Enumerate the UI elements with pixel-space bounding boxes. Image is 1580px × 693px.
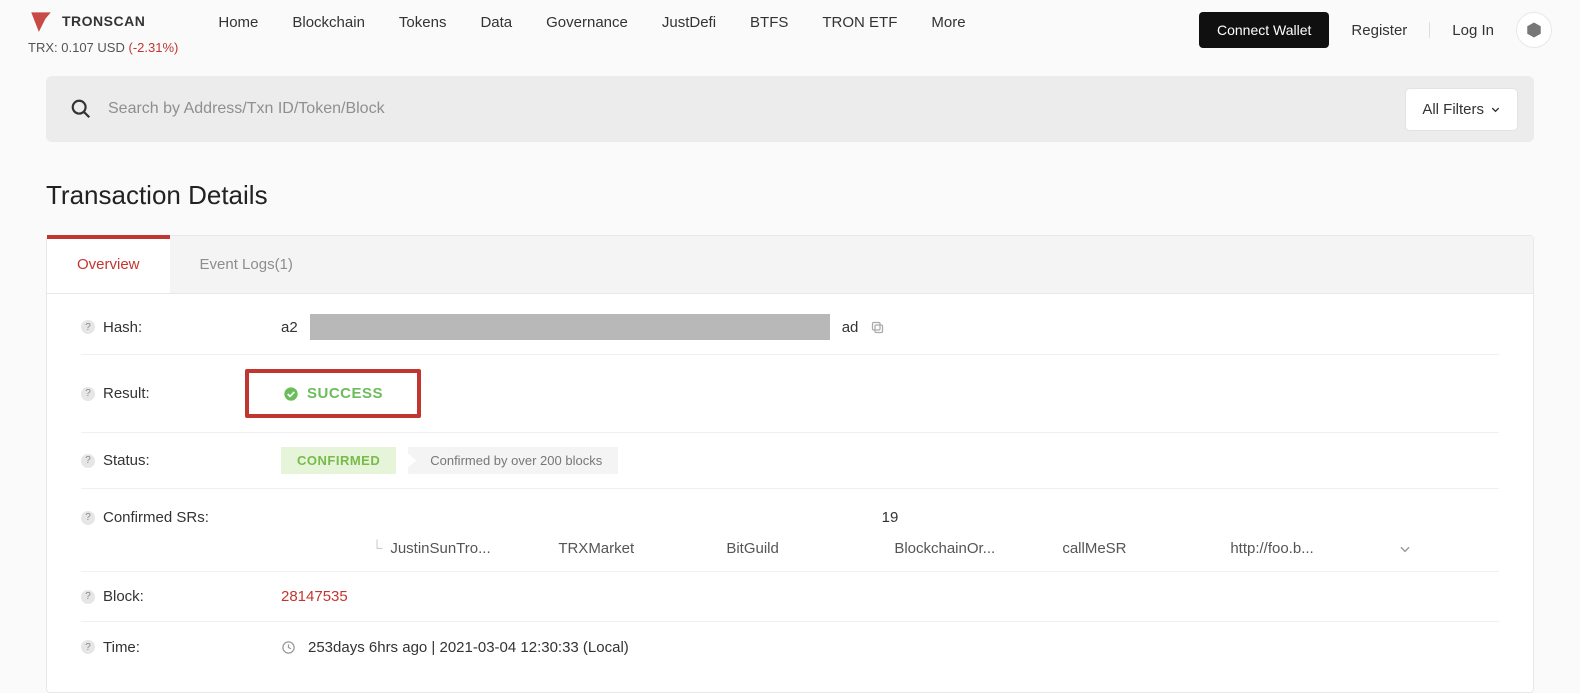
price-currency: USD	[97, 40, 124, 55]
result-text: SUCCESS	[307, 385, 383, 402]
status-badge: CONFIRMED	[281, 447, 396, 474]
result-highlight: SUCCESS	[245, 369, 421, 418]
row-result: ? Result: SUCCESS	[81, 355, 1499, 433]
price-symbol: TRX:	[28, 40, 58, 55]
row-block: ? Block: 28147535	[81, 572, 1499, 622]
extras-button[interactable]	[1516, 12, 1552, 48]
tab-event-logs[interactable]: Event Logs(1)	[170, 236, 323, 293]
label-time: Time:	[103, 639, 140, 656]
cube-icon	[1525, 21, 1543, 39]
sr-name[interactable]: BlockchainOr...	[894, 540, 1004, 557]
help-icon[interactable]: ?	[81, 640, 95, 654]
copy-icon[interactable]	[870, 320, 885, 335]
time-value: 253days 6hrs ago | 2021-03-04 12:30:33 (…	[308, 639, 629, 656]
page-title: Transaction Details	[46, 180, 1534, 211]
main-nav: Home Blockchain Tokens Data Governance J…	[218, 14, 965, 31]
check-circle-icon	[283, 386, 299, 402]
row-status: ? Status: CONFIRMED Confirmed by over 20…	[81, 433, 1499, 489]
nav-governance[interactable]: Governance	[546, 14, 628, 31]
label-block: Block:	[103, 588, 144, 605]
price-ticker: TRX: 0.107 USD (-2.31%)	[28, 40, 178, 55]
sr-name[interactable]: callMeSR	[1062, 540, 1172, 557]
row-time: ? Time: 253days 6hrs ago | 2021-03-04 12…	[81, 622, 1499, 672]
clock-icon	[281, 640, 296, 655]
tree-branch-icon: └	[372, 540, 383, 557]
tab-overview[interactable]: Overview	[47, 236, 170, 293]
label-hash: Hash:	[103, 319, 142, 336]
nav-justdefi[interactable]: JustDefi	[662, 14, 716, 31]
help-icon[interactable]: ?	[81, 590, 95, 604]
search-input[interactable]	[108, 100, 1405, 118]
details-panel: Overview Event Logs(1) ? Hash: a2 ad ? Re…	[46, 235, 1534, 693]
sr-name[interactable]: BitGuild	[726, 540, 836, 557]
hash-suffix: ad	[842, 319, 859, 336]
login-link[interactable]: Log In	[1452, 22, 1494, 39]
search-bar: All Filters	[46, 76, 1534, 142]
filters-label: All Filters	[1422, 101, 1484, 118]
logo[interactable]: TRONSCAN	[28, 8, 178, 34]
srs-list: └ JustinSunTro... TRXMarket BitGuild Bloc…	[368, 540, 1413, 557]
price-change: (-2.31%)	[129, 40, 179, 55]
help-icon[interactable]: ?	[81, 387, 95, 401]
nav-blockchain[interactable]: Blockchain	[292, 14, 365, 31]
filters-button[interactable]: All Filters	[1405, 88, 1518, 131]
nav-btfs[interactable]: BTFS	[750, 14, 788, 31]
label-confirmed-srs: Confirmed SRs:	[103, 509, 209, 526]
nav-data[interactable]: Data	[480, 14, 512, 31]
help-icon[interactable]: ?	[81, 511, 95, 525]
brand-name: TRONSCAN	[62, 13, 145, 29]
sr-name[interactable]: TRXMarket	[558, 540, 668, 557]
hash-prefix: a2	[281, 319, 298, 336]
sr-name[interactable]: JustinSunTro...	[390, 540, 500, 557]
register-link[interactable]: Register	[1351, 22, 1407, 39]
nav-tokens[interactable]: Tokens	[399, 14, 447, 31]
price-value: 0.107	[61, 40, 94, 55]
srs-count: 19	[882, 509, 899, 526]
connect-wallet-button[interactable]: Connect Wallet	[1199, 12, 1329, 48]
status-info: Confirmed by over 200 blocks	[408, 447, 618, 474]
chevron-down-icon	[1490, 104, 1501, 115]
help-icon[interactable]: ?	[81, 454, 95, 468]
logo-block: TRONSCAN TRX: 0.107 USD (-2.31%)	[28, 8, 178, 55]
sr-name[interactable]: http://foo.b...	[1230, 540, 1340, 557]
chevron-down-icon[interactable]	[1398, 542, 1412, 556]
divider	[1429, 22, 1430, 38]
nav-home[interactable]: Home	[218, 14, 258, 31]
label-status: Status:	[103, 452, 150, 469]
block-link[interactable]: 28147535	[281, 588, 348, 605]
hash-redacted	[310, 314, 830, 340]
help-icon[interactable]: ?	[81, 320, 95, 334]
row-hash: ? Hash: a2 ad	[81, 300, 1499, 355]
nav-tronetf[interactable]: TRON ETF	[822, 14, 897, 31]
label-result: Result:	[103, 385, 150, 402]
header-right: Connect Wallet Register Log In	[1199, 12, 1552, 48]
nav-more[interactable]: More	[931, 14, 965, 31]
tronscan-logo-icon	[28, 8, 54, 34]
search-icon	[70, 98, 92, 120]
tabs: Overview Event Logs(1)	[47, 236, 1533, 294]
row-confirmed-srs: ? Confirmed SRs: 19 └ JustinSunTro... TRX…	[81, 489, 1499, 572]
